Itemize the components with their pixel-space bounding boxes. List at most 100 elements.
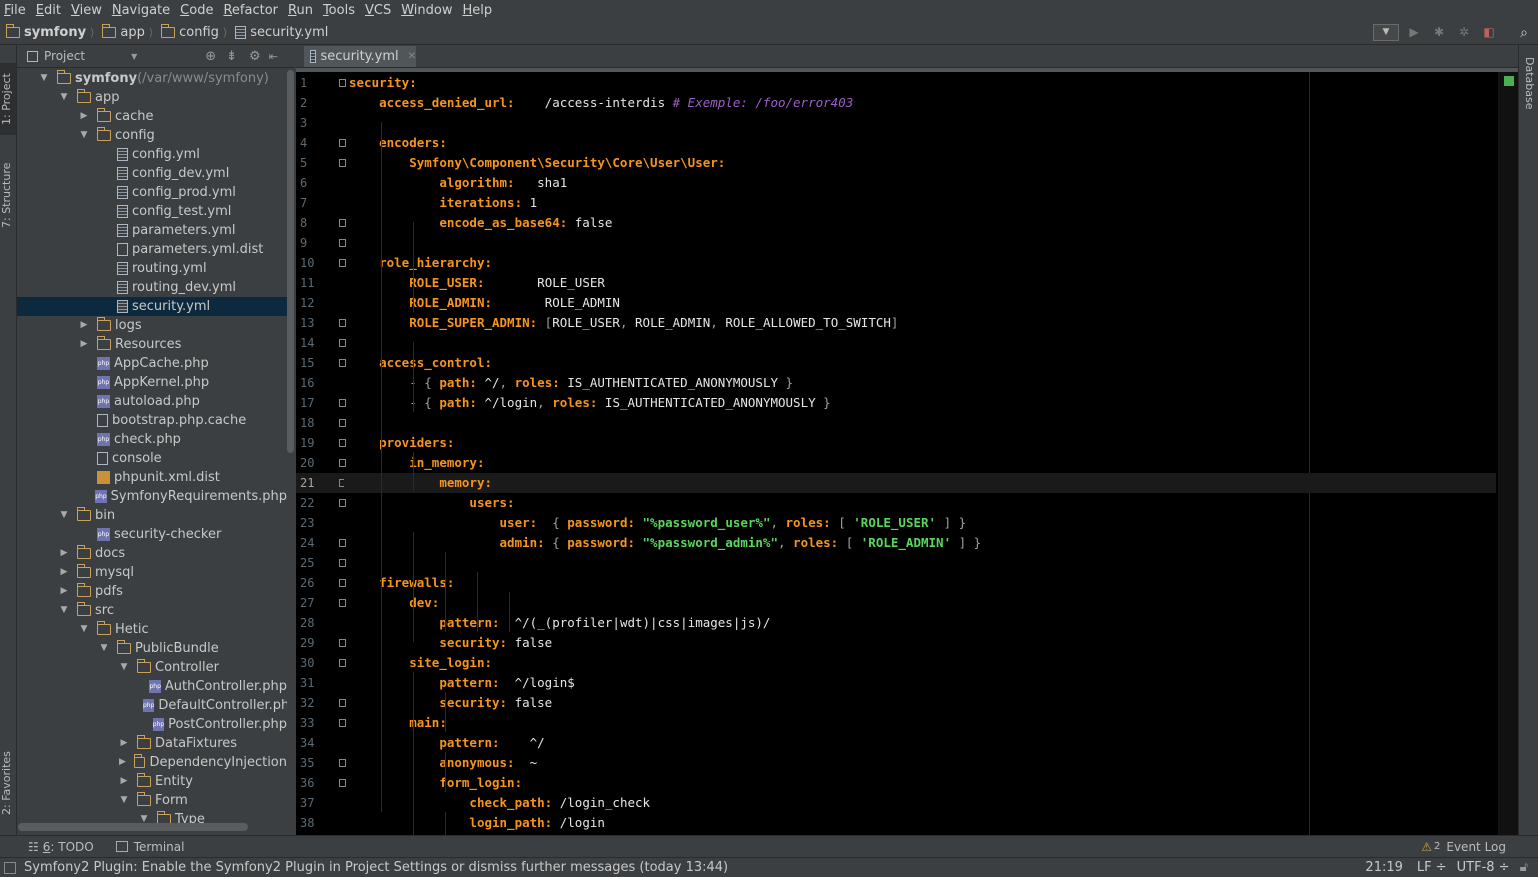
- tree-item[interactable]: config_test.yml: [17, 202, 287, 221]
- tree-item[interactable]: ▼ Controller: [17, 658, 287, 677]
- menu-item[interactable]: File: [0, 3, 32, 18]
- tree-item[interactable]: php AuthController.php: [17, 677, 287, 696]
- menu-item[interactable]: Code: [176, 3, 219, 18]
- fold-marker-icon[interactable]: [339, 319, 346, 327]
- collapse-all-icon[interactable]: ⇟: [226, 49, 237, 64]
- gear-icon[interactable]: ⚙: [249, 49, 261, 64]
- tree-item[interactable]: php check.php: [17, 430, 287, 449]
- tree-item[interactable]: ▼ PublicBundle: [17, 639, 287, 658]
- fold-marker-icon[interactable]: [339, 239, 346, 247]
- fold-marker-icon[interactable]: [339, 139, 346, 147]
- tree-item[interactable]: ▼ symfony (/var/www/symfony): [17, 69, 287, 88]
- line-separator[interactable]: LF ÷: [1417, 860, 1447, 875]
- fold-marker-icon[interactable]: [339, 559, 346, 567]
- tree-item[interactable]: ▶ mysql: [17, 563, 287, 582]
- fold-marker-icon[interactable]: [339, 639, 346, 647]
- tree-item[interactable]: php SymfonyRequirements.php: [17, 487, 287, 506]
- collapsed-arrow-icon[interactable]: ▶: [57, 582, 71, 601]
- fold-marker-icon[interactable]: [339, 339, 346, 347]
- terminal-tool-tab[interactable]: Terminal: [115, 840, 184, 854]
- fold-marker-icon[interactable]: [339, 579, 346, 587]
- expanded-arrow-icon[interactable]: ▼: [97, 639, 111, 658]
- toggle-tool-windows-icon[interactable]: [4, 861, 16, 874]
- fold-marker-icon[interactable]: [339, 439, 346, 447]
- tree-item[interactable]: ▼ bin: [17, 506, 287, 525]
- tree-item[interactable]: ▶ cache: [17, 107, 287, 126]
- collapsed-arrow-icon[interactable]: ▶: [117, 772, 131, 791]
- close-icon[interactable]: ✕: [408, 51, 416, 62]
- collapsed-arrow-icon[interactable]: ▶: [117, 734, 131, 753]
- menu-item[interactable]: Help: [459, 3, 499, 18]
- fold-marker-icon[interactable]: [339, 699, 346, 707]
- tree-item[interactable]: ▼ config: [17, 126, 287, 145]
- fold-marker-icon[interactable]: [339, 539, 346, 547]
- code-editor[interactable]: 1 2 3 4 5 6 7 8 9 10 11 12 13 14 15 16 17 18 19 20 21 22 23 24 2…: [296, 72, 1518, 835]
- tree-item[interactable]: routing_dev.yml: [17, 278, 287, 297]
- expanded-arrow-icon[interactable]: ▼: [77, 126, 91, 145]
- scroll-from-source-icon[interactable]: ⊕: [205, 49, 216, 64]
- tree-item[interactable]: routing.yml: [17, 259, 287, 278]
- tree-item[interactable]: config.yml: [17, 145, 287, 164]
- tree-item[interactable]: security.yml: [17, 297, 287, 316]
- tree-item[interactable]: ▶ Resources: [17, 335, 287, 354]
- tree-item[interactable]: php autoload.php: [17, 392, 287, 411]
- run-config-dropdown[interactable]: ▼: [1373, 24, 1399, 41]
- expanded-arrow-icon[interactable]: ▼: [37, 69, 51, 88]
- project-tool-tab[interactable]: 1: Project: [0, 63, 16, 135]
- tree-item[interactable]: console: [17, 449, 287, 468]
- menu-item[interactable]: View: [67, 3, 108, 18]
- breadcrumb-app[interactable]: app ⟩: [101, 23, 155, 40]
- tree-item[interactable]: ▼ Form: [17, 791, 287, 810]
- tree-item[interactable]: phpunit.xml.dist: [17, 468, 287, 487]
- tree-item[interactable]: ▶ pdfs: [17, 582, 287, 601]
- tree-item[interactable]: php security-checker: [17, 525, 287, 544]
- expanded-arrow-icon[interactable]: ▼: [117, 791, 131, 810]
- event-log-tool-tab[interactable]: ⚠ 2 Event Log: [1421, 840, 1506, 854]
- favorites-tool-tab[interactable]: 2: Favorites: [0, 743, 16, 823]
- tab-security-yml[interactable]: security.yml ✕: [304, 46, 416, 67]
- fold-marker-icon[interactable]: [339, 259, 346, 267]
- breadcrumb-root[interactable]: symfony ⟩: [5, 23, 96, 40]
- tree-item[interactable]: php DefaultController.ph: [17, 696, 287, 715]
- tree-item[interactable]: ▼ app: [17, 88, 287, 107]
- tree-item[interactable]: config_dev.yml: [17, 164, 287, 183]
- menu-item[interactable]: Tools: [319, 3, 361, 18]
- structure-tool-tab[interactable]: 7: Structure: [0, 155, 16, 235]
- collapsed-arrow-icon[interactable]: ▶: [77, 107, 91, 126]
- expanded-arrow-icon[interactable]: ▼: [57, 88, 71, 107]
- expanded-arrow-icon[interactable]: ▼: [137, 810, 151, 823]
- tree-item[interactable]: php PostController.php: [17, 715, 287, 734]
- menu-item[interactable]: Edit: [32, 3, 67, 18]
- fold-marker-icon[interactable]: [339, 219, 346, 227]
- tree-item[interactable]: ▶ DataFixtures: [17, 734, 287, 753]
- tree-item[interactable]: php AppCache.php: [17, 354, 287, 373]
- fold-marker-icon[interactable]: [339, 419, 346, 427]
- debug-icon[interactable]: ✱: [1431, 25, 1447, 39]
- menu-item[interactable]: Window: [397, 3, 458, 18]
- tree-item[interactable]: ▶ docs: [17, 544, 287, 563]
- menu-item[interactable]: Run: [284, 3, 319, 18]
- project-tree-vertical-scrollbar[interactable]: [287, 70, 294, 453]
- tree-item[interactable]: php AppKernel.php: [17, 373, 287, 392]
- tree-item[interactable]: ▶ DependencyInjection: [17, 753, 287, 772]
- status-message[interactable]: Symfony2 Plugin: Enable the Symfony2 Plu…: [24, 860, 728, 875]
- menu-item[interactable]: Navigate: [108, 3, 176, 18]
- fold-marker-icon[interactable]: [339, 459, 346, 467]
- tree-item[interactable]: parameters.yml: [17, 221, 287, 240]
- fold-marker-icon[interactable]: [339, 79, 346, 87]
- file-encoding[interactable]: UTF-8 ÷: [1457, 860, 1510, 875]
- expanded-arrow-icon[interactable]: ▼: [77, 620, 91, 639]
- tree-item[interactable]: ▶ Entity: [17, 772, 287, 791]
- fold-marker-icon[interactable]: [339, 159, 346, 167]
- fold-marker-icon[interactable]: [339, 779, 346, 787]
- fold-marker-icon[interactable]: [339, 759, 346, 767]
- collapsed-arrow-icon[interactable]: ▶: [57, 563, 71, 582]
- tree-item[interactable]: ▶ logs: [17, 316, 287, 335]
- caret-position[interactable]: 21:19: [1365, 860, 1402, 875]
- lock-icon[interactable]: 🔓︎: [1520, 860, 1528, 875]
- run-icon[interactable]: ▶: [1406, 25, 1422, 39]
- collapsed-arrow-icon[interactable]: ▶: [117, 753, 128, 772]
- tree-item[interactable]: parameters.yml.dist: [17, 240, 287, 259]
- tree-item[interactable]: ▼ Hetic: [17, 620, 287, 639]
- tree-item[interactable]: ▼ Type: [17, 810, 287, 823]
